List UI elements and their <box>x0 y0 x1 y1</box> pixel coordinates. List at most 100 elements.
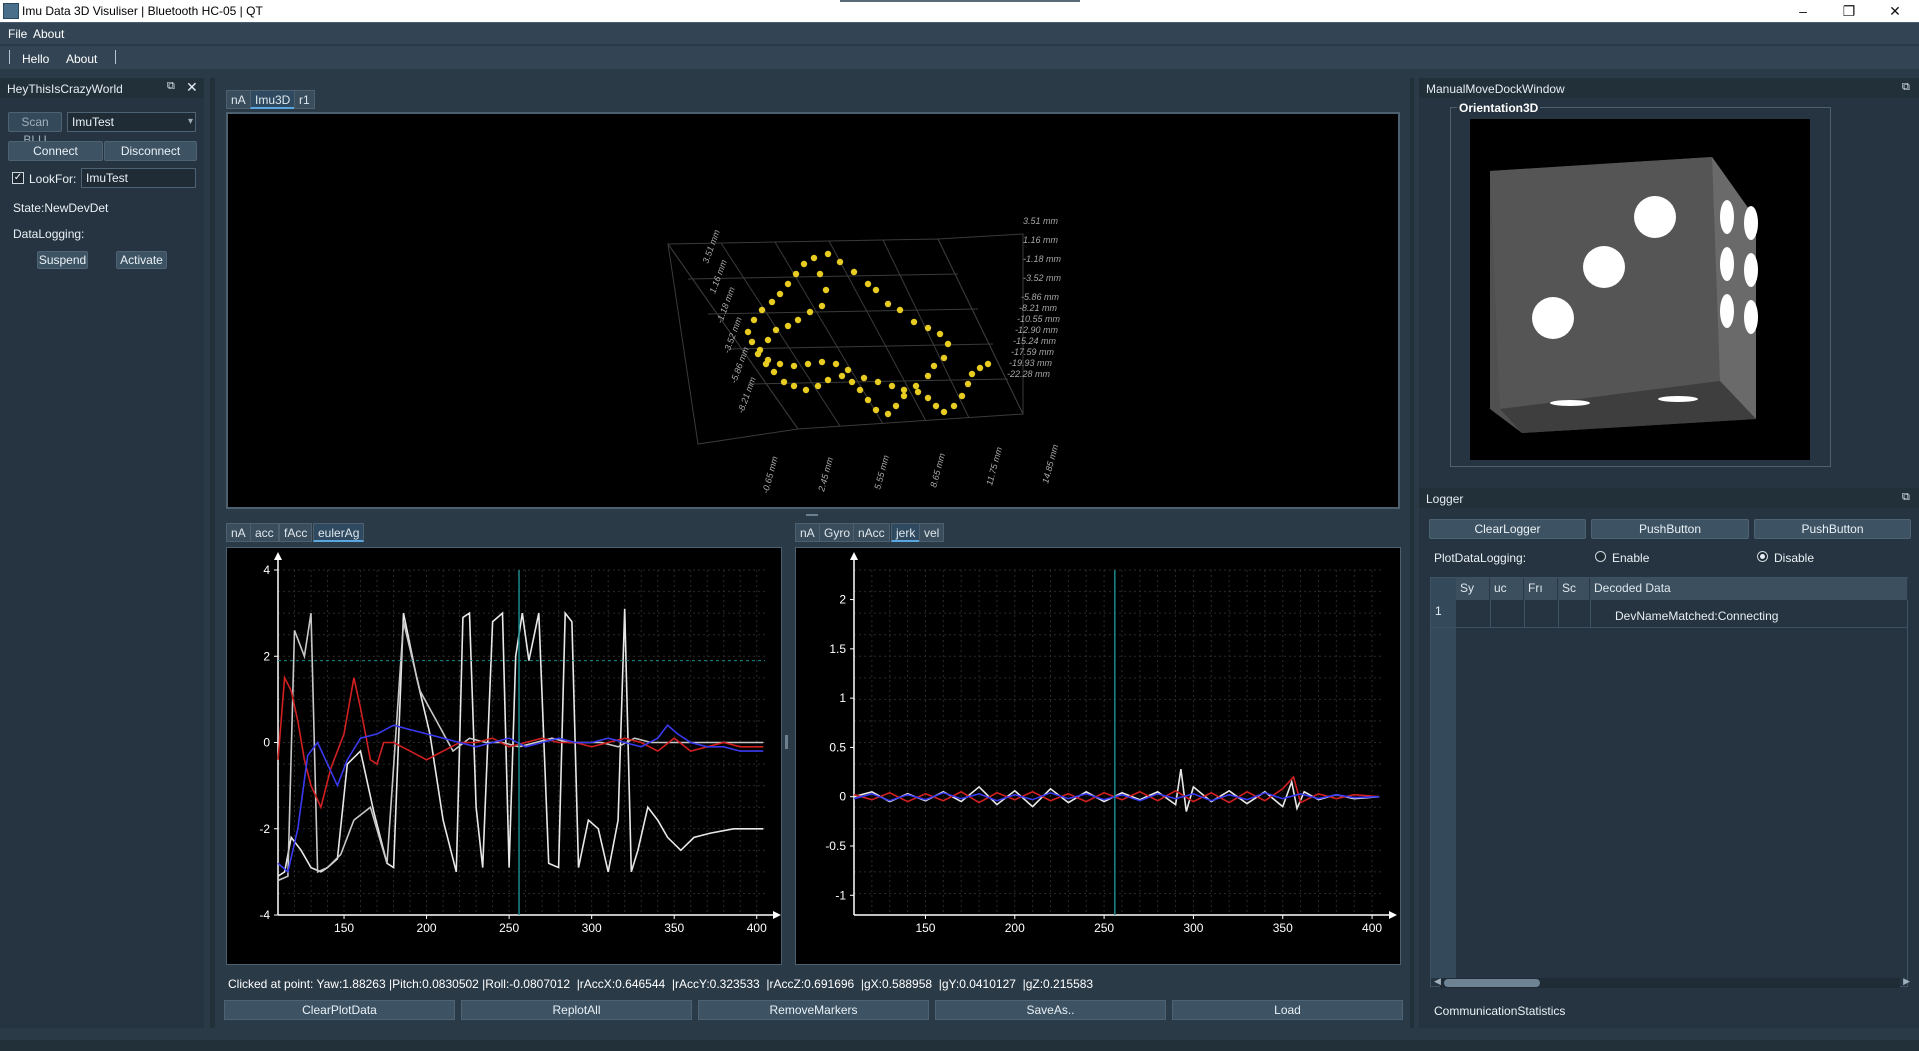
column-header-sc[interactable]: Sc <box>1558 578 1590 600</box>
float-dock-icon[interactable]: ⧉ <box>1902 81 1910 94</box>
scatter-point <box>818 302 826 310</box>
clear-logger-button[interactable]: ClearLogger <box>1429 519 1586 539</box>
scatter-point <box>888 382 896 390</box>
communication-statistics-label: CommunicationStatistics <box>1434 1004 1566 1018</box>
scatter-point <box>836 258 844 266</box>
scatter-point <box>936 330 944 338</box>
close-window-icon[interactable]: ✕ <box>1872 0 1918 22</box>
scrollbar-thumb[interactable] <box>1444 979 1540 987</box>
scroll-right-icon[interactable]: ▶ <box>1903 976 1910 987</box>
push-button-2[interactable]: PushButton <box>1754 519 1911 539</box>
toolbar-hello[interactable]: Hello <box>22 52 49 66</box>
scatter-point <box>810 254 818 262</box>
euler-plot-svg[interactable]: 150 200 250 300 350 400 4 2 0 -2 -4 <box>227 548 781 964</box>
scatter-point <box>984 360 992 368</box>
replot-all-button[interactable]: ReplotAll <box>461 1000 692 1020</box>
dice-pip <box>1720 200 1734 234</box>
euler-angle-plot[interactable]: 150 200 250 300 350 400 4 2 0 -2 -4 <box>226 547 782 965</box>
toolbar-handle[interactable] <box>9 50 10 64</box>
scan-blu-button[interactable]: Scan BLU <box>8 112 62 147</box>
scatter-point <box>802 386 810 394</box>
device-combo[interactable]: ImuTest ▾ <box>67 112 196 132</box>
scatter-point <box>768 298 776 306</box>
disconnect-button[interactable]: Disconnect <box>104 141 197 161</box>
tab-top-na[interactable]: nA <box>226 90 251 109</box>
vertical-splitter-handle[interactable] <box>806 514 818 516</box>
y-tick-label: 1.5 <box>829 642 846 656</box>
toolbar-about[interactable]: About <box>66 52 97 66</box>
connect-button[interactable]: Connect <box>8 141 103 161</box>
float-dock-icon[interactable]: ⧉ <box>167 80 175 93</box>
push-button-1[interactable]: PushButton <box>1591 519 1749 539</box>
plot-splitter-handle[interactable] <box>785 735 788 749</box>
restore-icon[interactable]: ❐ <box>1826 0 1872 22</box>
tab-facc[interactable]: fAcc <box>279 523 313 542</box>
logger-table[interactable]: Sy uc Frı Sc Decoded Data 1 DevNameMatch… <box>1430 577 1908 987</box>
lookfor-input[interactable]: ImuTest <box>81 168 196 188</box>
scroll-left-icon[interactable]: ◀ <box>1434 976 1441 987</box>
minimize-icon[interactable]: – <box>1780 0 1826 22</box>
scatter-point <box>814 382 822 390</box>
tab-vel[interactable]: vel <box>919 523 945 542</box>
chevron-down-icon[interactable]: ▾ <box>188 113 193 131</box>
tab-jerk[interactable]: jerk <box>891 523 921 542</box>
axis-tick-label: 8.65 mm <box>928 452 947 489</box>
imu3d-scatter-view[interactable]: 3.51 mm 1.16 mm -1.18 mm -3.52 mm -5.86 mm -8… <box>226 112 1400 509</box>
remove-markers-button[interactable]: RemoveMarkers <box>698 1000 929 1020</box>
window-title: Imu Data 3D Visuliser | Bluetooth HC-05 … <box>22 4 263 18</box>
scatter-point <box>930 362 938 370</box>
tab-r1[interactable]: r1 <box>294 90 315 109</box>
y-axis-arrow <box>274 552 282 560</box>
y-tick-label: -0.5 <box>825 839 846 853</box>
y-axis-arrow <box>850 552 858 560</box>
lookfor-checkbox[interactable]: ✓ <box>12 172 24 184</box>
status-bar <box>0 1040 1919 1051</box>
load-button[interactable]: Load <box>1172 1000 1403 1020</box>
scatter-point <box>872 406 880 414</box>
clear-plot-data-button[interactable]: ClearPlotData <box>224 1000 455 1020</box>
column-header-sy[interactable]: Sy <box>1456 578 1490 600</box>
window-titlebar: Imu Data 3D Visuliser | Bluetooth HC-05 … <box>0 0 1919 22</box>
column-header-decoded-data[interactable]: Decoded Data <box>1590 578 1908 600</box>
column-header-uc[interactable]: uc <box>1490 578 1524 600</box>
axis-tick-label: -8.21 mm <box>1019 303 1058 313</box>
tab-imu3d[interactable]: Imu3D <box>250 90 296 109</box>
axis-tick-label: 14.85 mm <box>1040 443 1060 485</box>
enable-radio[interactable] <box>1595 551 1606 562</box>
row-header-column <box>1431 578 1456 978</box>
float-dock-icon[interactable]: ⧉ <box>1902 491 1910 504</box>
scatter-point <box>822 286 830 294</box>
suspend-button[interactable]: Suspend <box>37 251 88 269</box>
axis-tick-label: -10.55 mm <box>1017 314 1061 324</box>
activate-button[interactable]: Activate <box>116 251 167 269</box>
tab-gyro[interactable]: Gyro <box>819 523 856 542</box>
axis-tick-label: -15.24 mm <box>1013 336 1057 346</box>
column-header-fr[interactable]: Frı <box>1524 578 1558 600</box>
save-as-button[interactable]: SaveAs.. <box>935 1000 1166 1020</box>
logger-title: Logger <box>1426 492 1464 506</box>
right-splitter[interactable] <box>1410 78 1414 1028</box>
tab-acc[interactable]: acc <box>250 523 279 542</box>
scatter-point <box>848 378 856 386</box>
jerk-plot[interactable]: 150 200 250 300 350 400 2 1.5 1 0.5 0 -0.5 -1 <box>795 547 1401 965</box>
tab-eulerag[interactable]: eulerAg <box>313 523 365 542</box>
left-splitter[interactable] <box>210 78 215 1028</box>
scatter-point <box>944 340 952 348</box>
tab-plot2-na[interactable]: nA <box>795 523 820 542</box>
jerk-plot-svg[interactable]: 150 200 250 300 350 400 2 1.5 1 0.5 0 -0.5 -1 <box>796 548 1400 964</box>
axis-tick-label: -3.52 mm <box>1023 273 1062 283</box>
tab-nacc[interactable]: nAcc <box>853 523 890 542</box>
menu-about[interactable]: About <box>33 27 64 41</box>
orientation3d-view[interactable] <box>1470 119 1810 460</box>
cell-divider <box>1490 600 1491 628</box>
disable-radio[interactable] <box>1757 551 1768 562</box>
close-dock-icon[interactable]: ✕ <box>186 79 198 96</box>
orientation3d-title: Orientation3D <box>1457 101 1541 115</box>
scatter3d-svg[interactable]: 3.51 mm 1.16 mm -1.18 mm -3.52 mm -5.86 mm-8… <box>228 114 1398 507</box>
tab-plot1-na[interactable]: nA <box>226 523 251 542</box>
table-horizontal-scrollbar[interactable]: ◀ ▶ <box>1434 976 1910 988</box>
menu-file[interactable]: File <box>8 27 27 41</box>
x-tick-label: 300 <box>582 921 602 935</box>
table-row[interactable]: 1 DevNameMatched:Connecting <box>1431 600 1908 628</box>
axis-tick-label: 3.51 mm <box>1023 216 1059 226</box>
